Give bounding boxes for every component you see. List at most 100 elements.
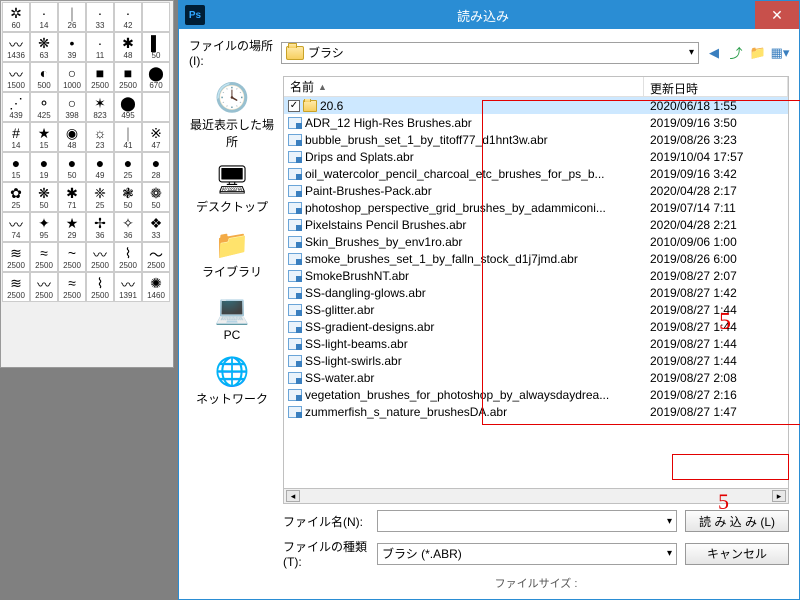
brush-swatch[interactable] [142,2,170,32]
brush-swatch[interactable]: ❃50 [114,182,142,212]
filename-input[interactable]: ▾ [377,510,677,532]
brush-swatch[interactable]: ■2500 [86,62,114,92]
file-row[interactable]: vegetation_brushes_for_photoshop_by_alwa… [284,386,788,403]
brush-swatch[interactable]: ❖33 [142,212,170,242]
brush-swatch[interactable]: ✿25 [2,182,30,212]
brush-swatch[interactable]: ❁50 [142,182,170,212]
brush-swatch[interactable]: ⬤495 [114,92,142,122]
file-row[interactable]: ✓20.62020/06/18 1:55 [284,97,788,114]
column-header-name[interactable]: 名前 ▲ [284,77,644,96]
file-row[interactable]: oil_watercolor_pencil_charcoal_etc_brush… [284,165,788,182]
brush-swatch[interactable]: ◐500 [30,62,58,92]
brush-swatch[interactable]: ★15 [30,122,58,152]
brush-swatch[interactable]: ●28 [142,152,170,182]
scroll-left-icon[interactable]: ◂ [286,490,300,502]
brush-swatch[interactable]: ●49 [86,152,114,182]
brush-swatch[interactable]: ★29 [58,212,86,242]
brush-swatch[interactable]: ✶823 [86,92,114,122]
brush-swatch[interactable]: ○398 [58,92,86,122]
view-icon[interactable]: ▦▾ [771,44,789,62]
file-row[interactable]: zummerfish_s_nature_brushesDA.abr2019/08… [284,403,788,420]
file-row[interactable]: SmokeBrushNT.abr2019/08/27 2:07 [284,267,788,284]
places-item[interactable]: 📁ライブラリ [202,227,262,280]
brush-swatch[interactable]: ✢36 [86,212,114,242]
brush-swatch[interactable]: ≋2500 [2,242,30,272]
brush-swatch[interactable]: 〰2500 [30,272,58,302]
brush-swatch[interactable]: ｜26 [58,2,86,32]
close-button[interactable]: ✕ [755,1,799,29]
file-row[interactable]: SS-light-beams.abr2019/08/27 1:44 [284,335,788,352]
brush-swatch[interactable]: ·33 [86,2,114,32]
brush-swatch[interactable]: ·42 [114,2,142,32]
brush-swatch[interactable]: #14 [2,122,30,152]
brush-swatch[interactable]: ✲60 [2,2,30,32]
brush-swatch[interactable]: ○1000 [58,62,86,92]
brush-swatch[interactable]: 〰2500 [86,242,114,272]
brush-swatch[interactable]: ≈2500 [30,242,58,272]
brush-swatch[interactable]: ⌇2500 [86,272,114,302]
brush-swatch[interactable]: ≈2500 [58,272,86,302]
file-row[interactable]: Pixelstains Pencil Brushes.abr2020/04/28… [284,216,788,233]
new-folder-icon[interactable]: 📁 [749,44,767,62]
brush-swatch[interactable]: ■2500 [114,62,142,92]
scroll-right-icon[interactable]: ▸ [772,490,786,502]
brush-swatch[interactable]: ※47 [142,122,170,152]
brush-swatch[interactable]: ✱71 [58,182,86,212]
places-item[interactable]: 💻PC [212,292,252,342]
cancel-button[interactable]: キャンセル [685,543,789,565]
brush-swatch[interactable]: •39 [58,32,86,62]
brush-swatch[interactable]: ·14 [30,2,58,32]
brush-swatch[interactable]: ·11 [86,32,114,62]
brush-swatch[interactable]: ◉48 [58,122,86,152]
brush-swatch[interactable]: 〰1436 [2,32,30,62]
load-button[interactable]: 読 み 込 み (L) [685,510,789,532]
back-icon[interactable]: ◀ [705,44,723,62]
brush-swatch[interactable]: ｜41 [114,122,142,152]
brush-swatch[interactable]: 〜2500 [142,242,170,272]
brush-swatch[interactable]: ⋰439 [2,92,30,122]
file-row[interactable]: photoshop_perspective_grid_brushes_by_ad… [284,199,788,216]
brush-swatch[interactable]: ❋50 [30,182,58,212]
file-row[interactable]: smoke_brushes_set_1_by_falln_stock_d1j7j… [284,250,788,267]
brush-swatch[interactable]: ⬤670 [142,62,170,92]
brush-swatch[interactable]: ⌇2500 [114,242,142,272]
up-icon[interactable]: ⤴ [727,44,745,62]
brush-swatch[interactable]: ≋2500 [2,272,30,302]
file-row[interactable]: SS-light-swirls.abr2019/08/27 1:44 [284,352,788,369]
file-row[interactable]: Drips and Splats.abr2019/10/04 17:57 [284,148,788,165]
brush-swatch[interactable]: ●15 [2,152,30,182]
file-row[interactable]: SS-dangling-glows.abr2019/08/27 1:42 [284,284,788,301]
brush-swatch[interactable]: ●19 [30,152,58,182]
file-row[interactable]: SS-gradient-designs.abr2019/08/27 1:44 [284,318,788,335]
brush-swatch[interactable]: ✦95 [30,212,58,242]
brush-swatch[interactable]: 〰1391 [114,272,142,302]
file-row[interactable]: Skin_Brushes_by_env1ro.abr2010/09/06 1:0… [284,233,788,250]
brush-swatch[interactable]: ●25 [114,152,142,182]
brush-swatch[interactable]: ❈25 [86,182,114,212]
file-row[interactable]: ADR_12 High-Res Brushes.abr2019/09/16 3:… [284,114,788,131]
file-row[interactable]: SS-glitter.abr2019/08/27 1:44 [284,301,788,318]
horizontal-scrollbar[interactable]: ◂ ▸ [283,488,789,504]
brush-swatch[interactable]: ~2500 [58,242,86,272]
brush-swatch[interactable]: ▌50 [142,32,170,62]
location-select[interactable]: ブラシ ▾ [281,42,699,64]
brush-swatch[interactable]: ●50 [58,152,86,182]
places-item[interactable]: 🕓最近表示した場所 [189,80,275,150]
brush-swatch[interactable]: 〰74 [2,212,30,242]
checkbox[interactable]: ✓ [288,100,300,112]
brush-swatch[interactable]: ✺1460 [142,272,170,302]
filetype-select[interactable]: ブラシ (*.ABR) ▾ [377,543,677,565]
column-header-date[interactable]: 更新日時 [644,77,788,96]
brush-swatch[interactable]: 〰1500 [2,62,30,92]
brush-swatch[interactable]: ☼23 [86,122,114,152]
brush-swatch[interactable]: ❋63 [30,32,58,62]
file-row[interactable]: SS-water.abr2019/08/27 2:08 [284,369,788,386]
places-item[interactable]: 🌐ネットワーク [196,354,268,407]
places-item[interactable]: 🖥デスクトップ [196,162,268,215]
file-row[interactable]: bubble_brush_set_1_by_titoff77_d1hnt3w.a… [284,131,788,148]
brush-swatch[interactable]: ✱48 [114,32,142,62]
brush-swatch[interactable]: ✧36 [114,212,142,242]
brush-swatch[interactable] [142,92,170,122]
brush-swatch[interactable]: ⚬425 [30,92,58,122]
file-row[interactable]: Paint-Brushes-Pack.abr2020/04/28 2:17 [284,182,788,199]
